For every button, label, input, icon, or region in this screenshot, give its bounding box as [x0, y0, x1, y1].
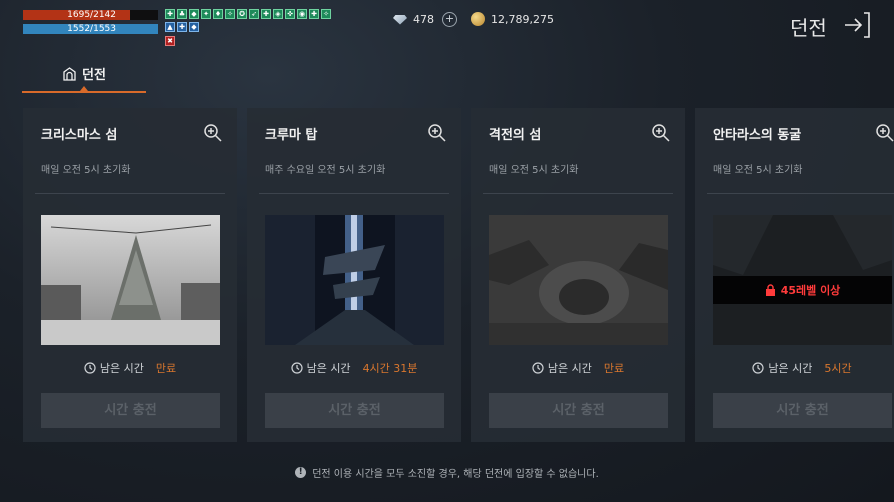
buff-icon[interactable]: ✪: [237, 9, 247, 19]
buff-row-2: ▲ ✚ ◆: [165, 22, 199, 32]
buff-icon[interactable]: ✧: [225, 9, 235, 19]
buff-icon[interactable]: ➶: [249, 9, 259, 19]
debuff-icon[interactable]: ✖: [165, 36, 175, 46]
mp-bar: 1552/1553: [23, 24, 158, 34]
buff-icon[interactable]: ✚: [165, 9, 175, 19]
remaining-time: 남은 시간 4시간 31분: [247, 360, 461, 376]
reset-info: 매일 오전 5시 초기화: [489, 165, 579, 176]
remaining-time: 남은 시간 5시간: [695, 360, 894, 376]
dungeon-name: 크루마 탑: [265, 128, 318, 143]
diamond-icon: [393, 14, 407, 25]
time-value: 5시간: [824, 362, 852, 375]
clock-icon: [752, 362, 764, 374]
page-title: 던전: [790, 16, 827, 40]
buff-icon[interactable]: ◆: [189, 9, 199, 19]
buff-row-1: ✚ ♣ ◆ ✦ ♦ ✧ ✪ ➶ ✚ ◈ ✜ ◉ ✚ ✧: [165, 9, 331, 19]
info-icon: !: [295, 467, 307, 478]
buff-icon[interactable]: ✚: [309, 9, 319, 19]
add-gems-icon[interactable]: +: [442, 12, 457, 27]
buff-icon[interactable]: ♣: [177, 9, 187, 19]
gold-amount: 12,789,275: [491, 12, 554, 26]
dungeon-name: 크리스마스 섬: [41, 128, 118, 143]
clock-icon: [84, 362, 96, 374]
lock-text: 45레벨 이상: [780, 284, 841, 297]
remaining-time: 남은 시간 만료: [471, 360, 685, 376]
divider: [707, 193, 894, 194]
mp-text: 1552/1553: [67, 24, 116, 34]
divider: [259, 193, 449, 194]
reset-info: 매주 수요일 오전 5시 초기화: [265, 165, 386, 176]
gem-amount: 478: [413, 13, 434, 26]
hp-bar: 1695/2142: [23, 10, 158, 20]
zoom-in-icon[interactable]: [427, 123, 447, 143]
top-bar: 1695/2142 1552/1553 ✚ ♣ ◆ ✦ ♦ ✧ ✪ ➶ ✚ ◈ …: [0, 0, 894, 60]
gem-counter: 478 +: [393, 12, 457, 27]
zoom-in-icon[interactable]: [651, 123, 671, 143]
dungeon-card[interactable]: 크루마 탑 매주 수요일 오전 5시 초기화 남은 시간 4시간 31분 시간 …: [247, 108, 461, 442]
dungeon-card[interactable]: 격전의 섬 매일 오전 5시 초기화 남은 시간 만료 시간 충전: [471, 108, 685, 442]
clock-icon: [290, 362, 303, 374]
gold-coin-icon: [471, 12, 485, 26]
reset-info: 매일 오전 5시 초기화: [41, 165, 131, 176]
dungeon-card[interactable]: 크리스마스 섬 매일 오전 5시 초기화 남은 시간 만료 시간 충전: [23, 108, 237, 442]
time-value: 만료: [603, 362, 625, 375]
dungeon-thumbnail: 45레벨 이상: [713, 215, 892, 345]
time-label: 남은 시간: [768, 362, 813, 375]
footer-notice: ! 던전 이용 시간을 모두 소진할 경우, 해당 던전에 입장할 수 없습니다…: [0, 465, 894, 480]
dungeon-thumbnail: [41, 215, 220, 345]
dungeon-thumbnail: [489, 215, 668, 345]
time-value: 4시간 31분: [362, 362, 418, 375]
time-label: 남은 시간: [99, 362, 144, 375]
debuff-row: ✖: [165, 36, 175, 46]
remaining-time: 남은 시간 만료: [23, 360, 237, 376]
time-label: 남은 시간: [547, 362, 592, 375]
charge-time-button[interactable]: 시간 충전: [41, 393, 220, 428]
buff-icon[interactable]: ◈: [273, 9, 283, 19]
tab-indicator: [22, 91, 146, 93]
notice-text: 던전 이용 시간을 모두 소진할 경우, 해당 던전에 입장할 수 없습니다.: [312, 469, 599, 480]
buff-icon[interactable]: ◆: [189, 22, 199, 32]
dungeon-name: 안타라스의 동굴: [713, 128, 802, 143]
gate-icon: [63, 67, 76, 81]
buff-icon[interactable]: ✦: [201, 9, 211, 19]
exit-icon[interactable]: [842, 10, 872, 40]
lock-icon: [765, 284, 775, 296]
buff-icon[interactable]: ◉: [297, 9, 307, 19]
clock-icon: [532, 362, 544, 374]
dungeon-card[interactable]: 안타라스의 동굴 매일 오전 5시 초기화 45레벨 이상 남은 시간 5시간 …: [695, 108, 894, 442]
tab-label: 던전: [82, 68, 106, 83]
hp-text: 1695/2142: [67, 10, 116, 20]
time-label: 남은 시간: [306, 362, 351, 375]
divider: [35, 193, 225, 194]
charge-time-button[interactable]: 시간 충전: [265, 393, 444, 428]
buff-icon[interactable]: ▲: [165, 22, 175, 32]
charge-time-button[interactable]: 시간 충전: [713, 393, 892, 428]
zoom-in-icon[interactable]: [203, 123, 223, 143]
buff-icon[interactable]: ♦: [213, 9, 223, 19]
dungeon-thumbnail: [265, 215, 444, 345]
charge-time-button[interactable]: 시간 충전: [489, 393, 668, 428]
buff-icon[interactable]: ✧: [321, 9, 331, 19]
buff-icon[interactable]: ✚: [261, 9, 271, 19]
zoom-in-icon[interactable]: [875, 123, 894, 143]
reset-info: 매일 오전 5시 초기화: [713, 165, 803, 176]
buff-icon[interactable]: ✜: [285, 9, 295, 19]
time-value: 만료: [155, 362, 177, 375]
divider: [483, 193, 673, 194]
gold-counter: 12,789,275: [471, 12, 554, 26]
level-lock-banner: 45레벨 이상: [713, 276, 892, 304]
dungeon-name: 격전의 섬: [489, 128, 542, 143]
buff-icon[interactable]: ✚: [177, 22, 187, 32]
